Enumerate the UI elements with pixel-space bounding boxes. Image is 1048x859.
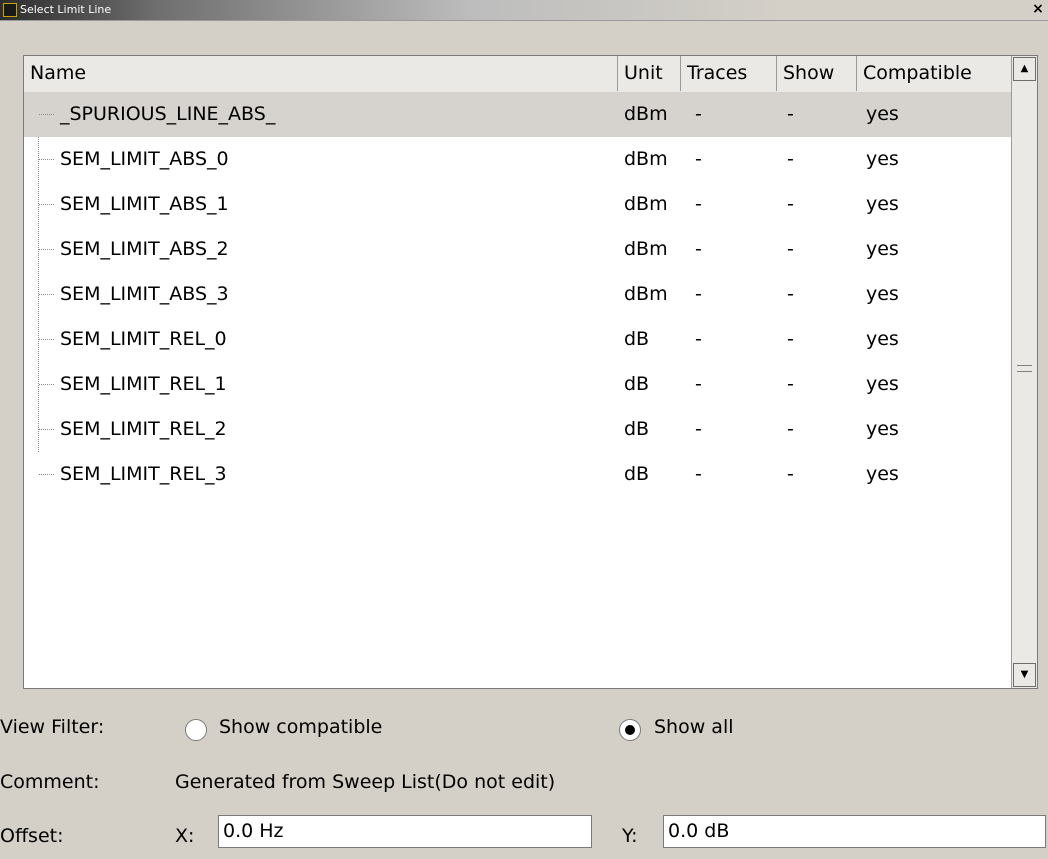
offset-x-label: X: xyxy=(175,825,195,847)
title-bar: Select Limit Line × xyxy=(0,0,1048,21)
close-button[interactable]: × xyxy=(1030,2,1046,18)
row-unit: dB xyxy=(624,328,650,350)
row-traces: - xyxy=(695,283,702,305)
row-unit: dBm xyxy=(624,238,668,260)
column-header-show[interactable]: Show xyxy=(777,56,857,91)
tree-branch xyxy=(39,339,54,340)
row-show: - xyxy=(787,328,794,350)
app-icon xyxy=(3,3,17,17)
row-compatible: yes xyxy=(866,463,899,485)
row-traces: - xyxy=(695,418,702,440)
row-unit: dB xyxy=(624,418,650,440)
tree-branch xyxy=(39,249,54,250)
table-row[interactable]: SEM_LIMIT_ABS_2 dBm - - yes xyxy=(24,227,1012,272)
vertical-scrollbar[interactable]: ▲ ▼ xyxy=(1011,56,1037,688)
row-traces: - xyxy=(695,463,702,485)
row-show: - xyxy=(787,418,794,440)
table-row[interactable]: _SPURIOUS_LINE_ABS_ dBm - - yes xyxy=(24,92,1012,137)
offset-x-input[interactable]: 0.0 Hz xyxy=(218,815,592,848)
row-show: - xyxy=(787,103,794,125)
row-traces: - xyxy=(695,238,702,260)
offset-y-input[interactable]: 0.0 dB xyxy=(663,815,1046,848)
comment-value: Generated from Sweep List(Do not edit) xyxy=(175,771,556,793)
tree-branch xyxy=(39,384,54,385)
row-traces: - xyxy=(695,328,702,350)
row-name: SEM_LIMIT_REL_1 xyxy=(60,373,227,395)
show-compatible-label[interactable]: Show compatible xyxy=(219,716,382,738)
row-name: SEM_LIMIT_ABS_1 xyxy=(60,193,229,215)
show-compatible-radio[interactable] xyxy=(185,719,207,741)
show-all-radio[interactable] xyxy=(619,719,641,741)
row-compatible: yes xyxy=(866,103,899,125)
row-traces: - xyxy=(695,193,702,215)
tree-branch xyxy=(39,294,54,295)
row-unit: dBm xyxy=(624,148,668,170)
radio-selected-dot xyxy=(625,725,635,735)
column-header-unit[interactable]: Unit xyxy=(618,56,681,91)
row-show: - xyxy=(787,193,794,215)
row-show: - xyxy=(787,238,794,260)
window-title: Select Limit Line xyxy=(20,3,112,16)
row-name: SEM_LIMIT_ABS_0 xyxy=(60,148,229,170)
offset-label: Offset: xyxy=(0,825,64,847)
row-show: - xyxy=(787,283,794,305)
view-filter-label: View Filter: xyxy=(0,716,105,738)
row-name: _SPURIOUS_LINE_ABS_ xyxy=(60,103,276,125)
tree-branch xyxy=(39,204,54,205)
row-compatible: yes xyxy=(866,193,899,215)
row-show: - xyxy=(787,463,794,485)
row-unit: dBm xyxy=(624,103,668,125)
row-compatible: yes xyxy=(866,328,899,350)
row-name: SEM_LIMIT_ABS_3 xyxy=(60,283,229,305)
row-name: SEM_LIMIT_REL_3 xyxy=(60,463,227,485)
comment-label: Comment: xyxy=(0,771,100,793)
tree-branch xyxy=(39,159,54,160)
row-traces: - xyxy=(695,103,702,125)
scroll-down-icon[interactable]: ▼ xyxy=(1013,663,1036,687)
table-header: Name Unit Traces Show Compatible xyxy=(24,56,1012,93)
row-compatible: yes xyxy=(866,373,899,395)
scroll-thumb-grip-icon[interactable] xyxy=(1017,365,1032,372)
row-unit: dBm xyxy=(624,283,668,305)
table-body: _SPURIOUS_LINE_ABS_ dBm - - yes SEM_LIMI… xyxy=(24,92,1012,497)
table-row[interactable]: SEM_LIMIT_ABS_3 dBm - - yes xyxy=(24,272,1012,317)
table-row[interactable]: SEM_LIMIT_REL_0 dB - - yes xyxy=(24,317,1012,362)
row-show: - xyxy=(787,148,794,170)
row-unit: dBm xyxy=(624,193,668,215)
show-all-label[interactable]: Show all xyxy=(654,716,734,738)
limit-line-table: Name Unit Traces Show Compatible _SPURIO… xyxy=(23,55,1038,689)
row-name: SEM_LIMIT_REL_0 xyxy=(60,328,227,350)
row-compatible: yes xyxy=(866,283,899,305)
row-unit: dB xyxy=(624,463,650,485)
row-traces: - xyxy=(695,148,702,170)
scroll-up-icon[interactable]: ▲ xyxy=(1013,57,1036,81)
row-show: - xyxy=(787,373,794,395)
column-header-name[interactable]: Name xyxy=(24,56,618,91)
tree-branch xyxy=(39,474,54,475)
table-row[interactable]: SEM_LIMIT_REL_3 dB - - yes xyxy=(24,452,1012,497)
row-name: SEM_LIMIT_ABS_2 xyxy=(60,238,229,260)
tree-branch xyxy=(39,429,54,430)
column-header-compatible[interactable]: Compatible xyxy=(857,56,1012,91)
row-compatible: yes xyxy=(866,418,899,440)
column-header-traces[interactable]: Traces xyxy=(681,56,777,91)
table-row[interactable]: SEM_LIMIT_REL_1 dB - - yes xyxy=(24,362,1012,407)
tree-branch xyxy=(39,114,54,115)
table-row[interactable]: SEM_LIMIT_ABS_1 dBm - - yes xyxy=(24,182,1012,227)
row-compatible: yes xyxy=(866,238,899,260)
offset-y-label: Y: xyxy=(622,825,638,847)
table-row[interactable]: SEM_LIMIT_REL_2 dB - - yes xyxy=(24,407,1012,452)
row-traces: - xyxy=(695,373,702,395)
row-compatible: yes xyxy=(866,148,899,170)
table-row[interactable]: SEM_LIMIT_ABS_0 dBm - - yes xyxy=(24,137,1012,182)
row-name: SEM_LIMIT_REL_2 xyxy=(60,418,227,440)
row-unit: dB xyxy=(624,373,650,395)
